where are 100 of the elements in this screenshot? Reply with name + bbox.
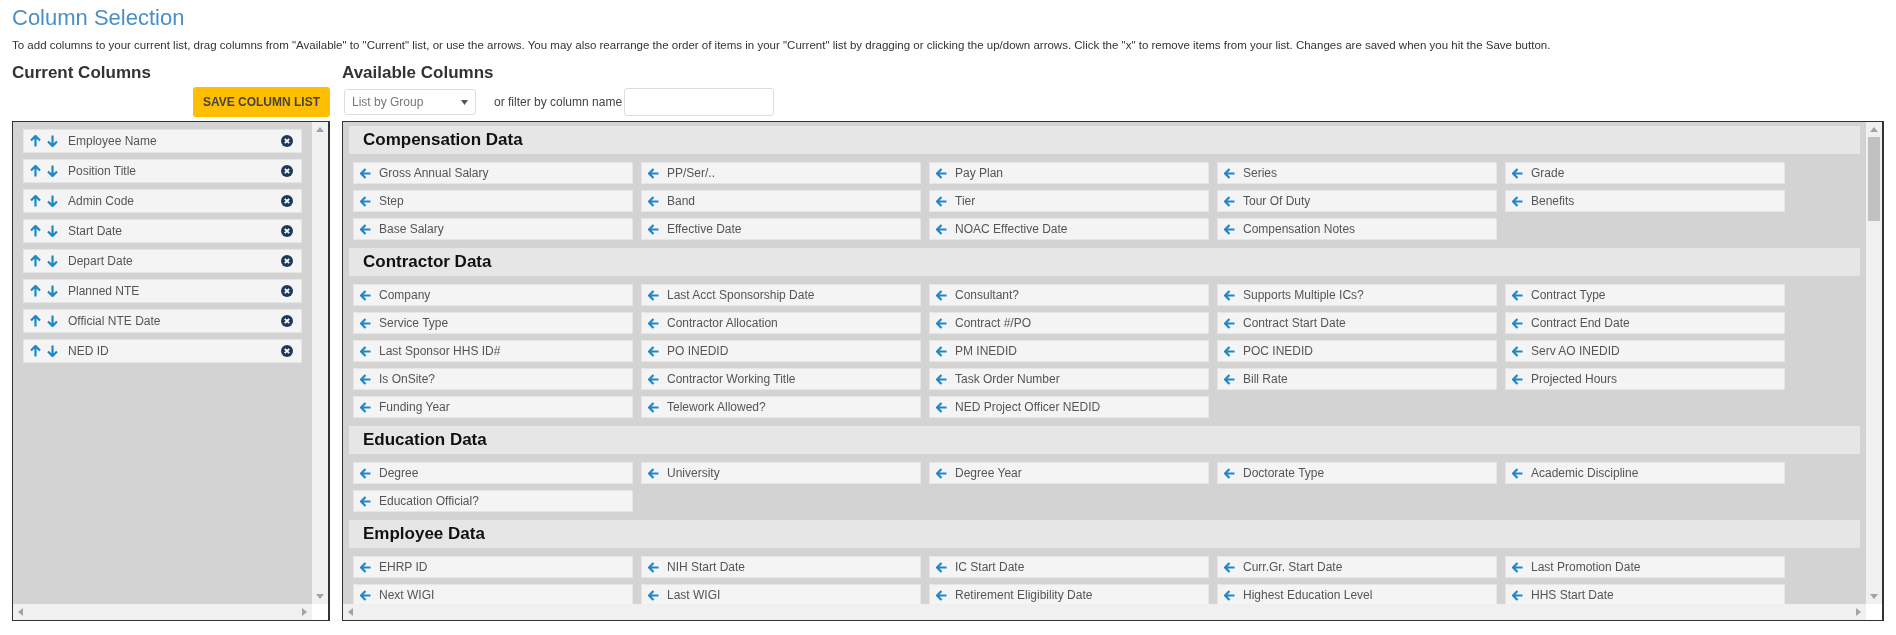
- save-column-list-button[interactable]: SAVE COLUMN LIST: [192, 87, 330, 117]
- available-column-item[interactable]: Degree Year: [929, 462, 1209, 484]
- scroll-right-icon[interactable]: [1856, 608, 1861, 616]
- scroll-down-icon[interactable]: [316, 594, 324, 599]
- arrow-left-icon[interactable]: [1512, 467, 1523, 479]
- arrow-left-icon[interactable]: [1224, 167, 1235, 179]
- remove-icon[interactable]: [281, 315, 293, 327]
- remove-icon[interactable]: [281, 195, 293, 207]
- available-column-item[interactable]: NOAC Effective Date: [929, 218, 1209, 240]
- arrow-left-icon[interactable]: [360, 289, 371, 301]
- arrow-up-icon[interactable]: [30, 165, 41, 177]
- arrow-up-icon[interactable]: [30, 285, 41, 297]
- arrow-left-icon[interactable]: [648, 561, 659, 573]
- current-column-item[interactable]: Start Date: [23, 219, 302, 243]
- arrow-left-icon[interactable]: [1224, 561, 1235, 573]
- available-column-item[interactable]: PM INEDID: [929, 340, 1209, 362]
- arrow-left-icon[interactable]: [360, 495, 371, 507]
- arrow-left-icon[interactable]: [936, 589, 947, 601]
- scroll-right-icon[interactable]: [302, 608, 307, 616]
- remove-icon[interactable]: [281, 165, 293, 177]
- available-column-item[interactable]: Series: [1217, 162, 1497, 184]
- remove-icon[interactable]: [281, 135, 293, 147]
- available-column-item[interactable]: Education Official?: [353, 490, 633, 512]
- available-column-item[interactable]: Doctorate Type: [1217, 462, 1497, 484]
- arrow-left-icon[interactable]: [1512, 195, 1523, 207]
- available-column-item[interactable]: Base Salary: [353, 218, 633, 240]
- group-dropdown[interactable]: List by Group: [344, 89, 476, 115]
- arrow-left-icon[interactable]: [360, 345, 371, 357]
- available-column-item[interactable]: Contract Type: [1505, 284, 1785, 306]
- arrow-left-icon[interactable]: [1224, 345, 1235, 357]
- current-column-item[interactable]: Official NTE Date: [23, 309, 302, 333]
- available-column-item[interactable]: Tour Of Duty: [1217, 190, 1497, 212]
- available-column-item[interactable]: Compensation Notes: [1217, 218, 1497, 240]
- arrow-left-icon[interactable]: [648, 467, 659, 479]
- arrow-down-icon[interactable]: [47, 225, 58, 237]
- arrow-left-icon[interactable]: [1224, 317, 1235, 329]
- available-column-item[interactable]: Contractor Allocation: [641, 312, 921, 334]
- available-column-item[interactable]: Last WIGI: [641, 584, 921, 604]
- arrow-left-icon[interactable]: [648, 223, 659, 235]
- arrow-left-icon[interactable]: [936, 561, 947, 573]
- available-column-item[interactable]: Grade: [1505, 162, 1785, 184]
- available-column-item[interactable]: HHS Start Date: [1505, 584, 1785, 604]
- available-column-item[interactable]: Company: [353, 284, 633, 306]
- arrow-up-icon[interactable]: [30, 315, 41, 327]
- arrow-left-icon[interactable]: [1224, 195, 1235, 207]
- arrow-left-icon[interactable]: [936, 317, 947, 329]
- available-column-item[interactable]: Last Acct Sponsorship Date: [641, 284, 921, 306]
- available-column-item[interactable]: Degree: [353, 462, 633, 484]
- available-column-item[interactable]: IC Start Date: [929, 556, 1209, 578]
- available-column-item[interactable]: Tier: [929, 190, 1209, 212]
- available-column-item[interactable]: Supports Multiple ICs?: [1217, 284, 1497, 306]
- remove-icon[interactable]: [281, 225, 293, 237]
- available-column-item[interactable]: Telework Allowed?: [641, 396, 921, 418]
- current-column-item[interactable]: Position Title: [23, 159, 302, 183]
- arrow-left-icon[interactable]: [648, 401, 659, 413]
- available-column-item[interactable]: PP/Ser/..: [641, 162, 921, 184]
- available-column-item[interactable]: Highest Education Level: [1217, 584, 1497, 604]
- arrow-left-icon[interactable]: [1224, 589, 1235, 601]
- available-column-item[interactable]: PO INEDID: [641, 340, 921, 362]
- arrow-left-icon[interactable]: [1512, 345, 1523, 357]
- available-column-item[interactable]: Contract Start Date: [1217, 312, 1497, 334]
- available-column-item[interactable]: Benefits: [1505, 190, 1785, 212]
- scroll-up-icon[interactable]: [316, 127, 324, 132]
- arrow-left-icon[interactable]: [1512, 167, 1523, 179]
- arrow-left-icon[interactable]: [648, 345, 659, 357]
- arrow-down-icon[interactable]: [47, 345, 58, 357]
- arrow-left-icon[interactable]: [360, 373, 371, 385]
- arrow-left-icon[interactable]: [648, 317, 659, 329]
- available-column-item[interactable]: Is OnSite?: [353, 368, 633, 390]
- available-column-item[interactable]: Retirement Eligibility Date: [929, 584, 1209, 604]
- arrow-left-icon[interactable]: [1512, 373, 1523, 385]
- available-column-item[interactable]: University: [641, 462, 921, 484]
- arrow-down-icon[interactable]: [47, 195, 58, 207]
- scrollbar-thumb[interactable]: [1868, 137, 1880, 221]
- available-column-item[interactable]: Funding Year: [353, 396, 633, 418]
- arrow-left-icon[interactable]: [1224, 289, 1235, 301]
- available-column-item[interactable]: POC INEDID: [1217, 340, 1497, 362]
- remove-icon[interactable]: [281, 285, 293, 297]
- available-column-item[interactable]: Last Promotion Date: [1505, 556, 1785, 578]
- available-column-item[interactable]: Task Order Number: [929, 368, 1209, 390]
- available-column-item[interactable]: Contractor Working Title: [641, 368, 921, 390]
- available-column-item[interactable]: Effective Date: [641, 218, 921, 240]
- scroll-down-icon[interactable]: [1870, 594, 1878, 599]
- arrow-left-icon[interactable]: [936, 401, 947, 413]
- current-column-item[interactable]: Admin Code: [23, 189, 302, 213]
- arrow-left-icon[interactable]: [936, 373, 947, 385]
- arrow-down-icon[interactable]: [47, 135, 58, 147]
- arrow-up-icon[interactable]: [30, 345, 41, 357]
- available-column-item[interactable]: Projected Hours: [1505, 368, 1785, 390]
- available-column-item[interactable]: Curr.Gr. Start Date: [1217, 556, 1497, 578]
- arrow-up-icon[interactable]: [30, 255, 41, 267]
- available-column-item[interactable]: Contract #/PO: [929, 312, 1209, 334]
- available-column-item[interactable]: Band: [641, 190, 921, 212]
- available-column-item[interactable]: Step: [353, 190, 633, 212]
- available-column-item[interactable]: Last Sponsor HHS ID#: [353, 340, 633, 362]
- arrow-left-icon[interactable]: [1512, 317, 1523, 329]
- available-column-item[interactable]: Gross Annual Salary: [353, 162, 633, 184]
- arrow-left-icon[interactable]: [936, 195, 947, 207]
- arrow-down-icon[interactable]: [47, 315, 58, 327]
- arrow-left-icon[interactable]: [360, 223, 371, 235]
